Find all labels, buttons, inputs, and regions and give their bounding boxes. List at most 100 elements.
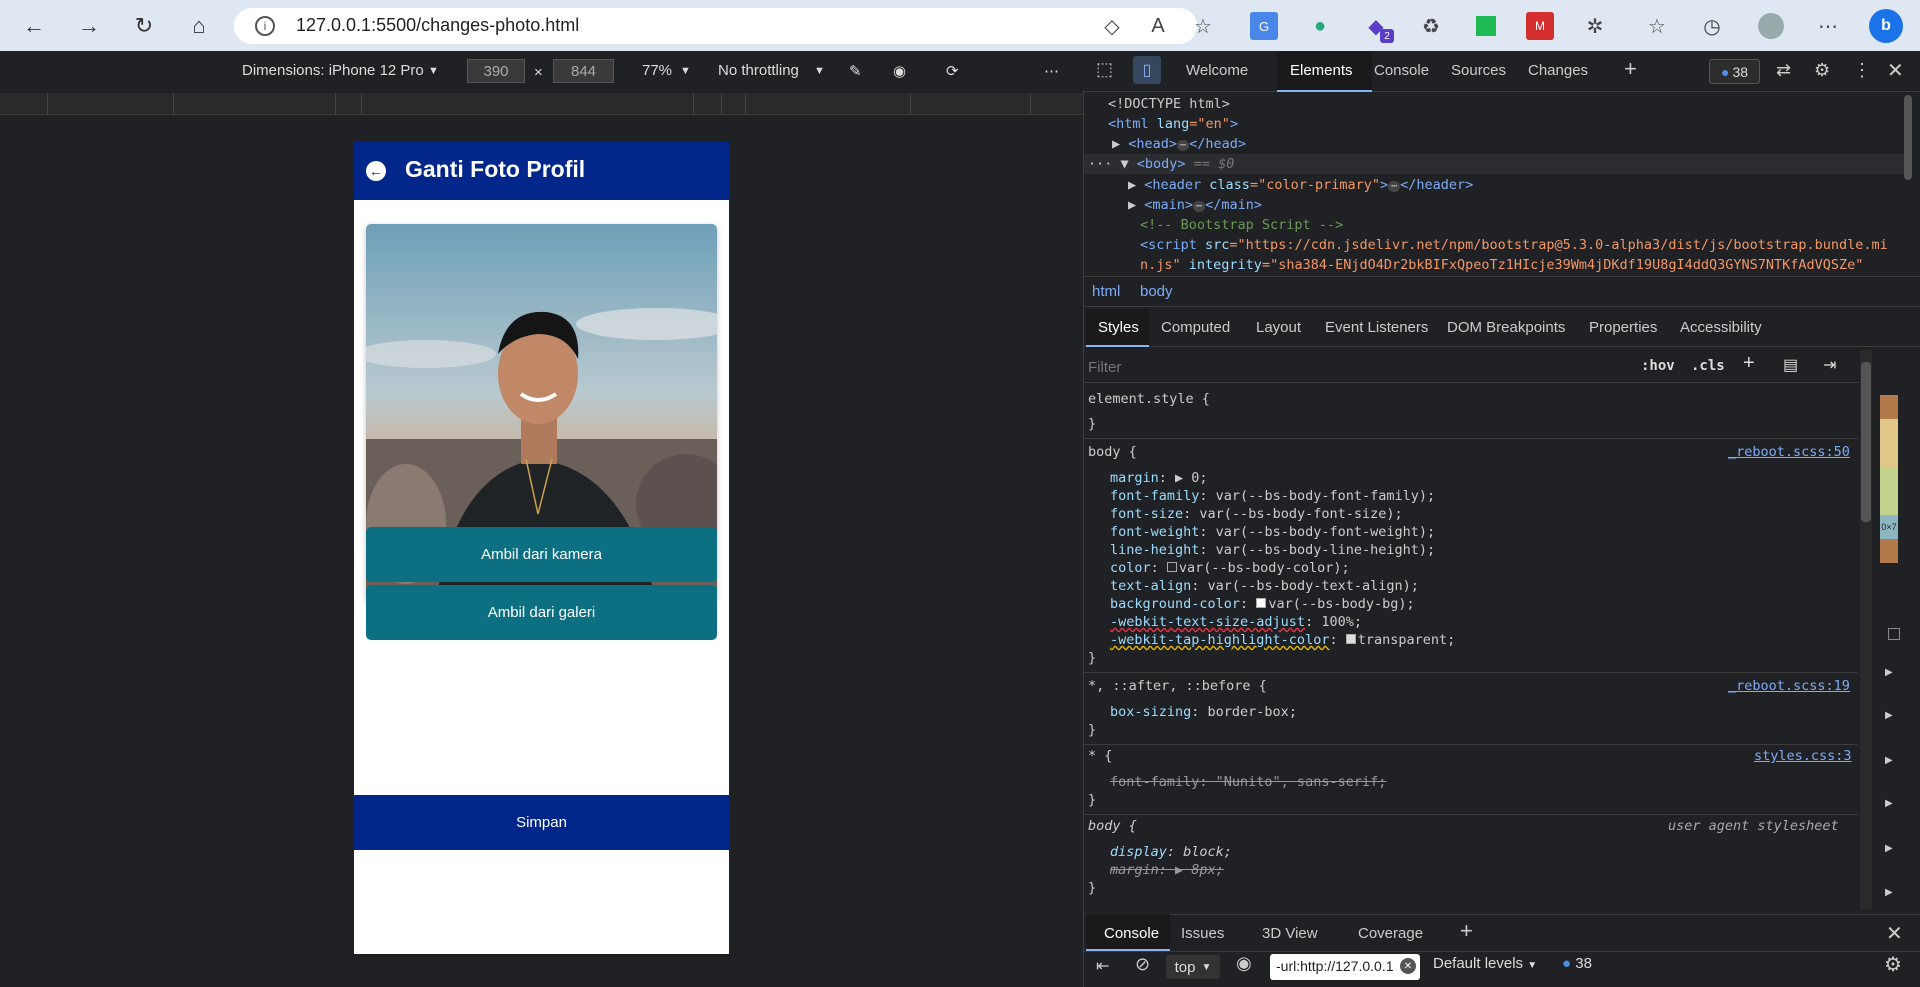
checkbox[interactable]: [1888, 628, 1900, 640]
tab-elements[interactable]: Elements: [1290, 62, 1353, 79]
dom-line[interactable]: ▶ <main> ⋯ </main>: [1128, 197, 1262, 213]
expand-arrow-icon[interactable]: ▶: [1885, 667, 1893, 678]
expand-arrow-icon[interactable]: ▶: [1885, 843, 1893, 854]
throttling-select[interactable]: No throttling: [718, 62, 799, 79]
home-icon[interactable]: ⌂: [183, 10, 215, 42]
close-drawer-icon[interactable]: ✕: [1886, 921, 1903, 946]
rule-selector[interactable]: element.style {: [1088, 391, 1210, 407]
width-input[interactable]: 390: [467, 59, 525, 83]
prop-value[interactable]: var(--bs-body-font-size);: [1199, 506, 1402, 522]
prop-name[interactable]: margin: [1110, 470, 1159, 486]
tab-welcome[interactable]: Welcome: [1186, 62, 1248, 79]
add-tab-icon[interactable]: +: [1624, 56, 1637, 82]
prop-value[interactable]: ▶ 0;: [1175, 470, 1208, 486]
prop-name[interactable]: font-size: [1110, 506, 1183, 522]
color-swatch[interactable]: [1345, 634, 1356, 644]
prop-name[interactable]: background-color: [1110, 596, 1240, 612]
sensors-icon[interactable]: ✎: [849, 62, 862, 80]
dom-line[interactable]: ▶ <head> ⋯ </head>: [1112, 136, 1246, 152]
prop-value[interactable]: var(--bs-body-color);: [1179, 560, 1350, 576]
forward-arrow-icon[interactable]: →: [73, 10, 105, 42]
scrollbar-thumb[interactable]: [1861, 362, 1871, 522]
more-menu-icon[interactable]: ⋯: [1814, 12, 1842, 40]
tab-console[interactable]: Console: [1374, 62, 1429, 79]
prop-value[interactable]: var(--bs-body-font-family);: [1216, 488, 1435, 504]
hov-toggle[interactable]: :hov: [1641, 358, 1675, 374]
dom-line[interactable]: <script src="https://cdn.jsdelivr.net/np…: [1140, 237, 1888, 253]
source-link[interactable]: _reboot.scss:50: [1728, 444, 1850, 460]
source-link[interactable]: _reboot.scss:19: [1728, 678, 1850, 694]
tab-event-listeners[interactable]: Event Listeners: [1325, 319, 1428, 336]
back-arrow-icon[interactable]: ←: [366, 161, 386, 181]
prop-name[interactable]: -webkit-text-size-adjust: [1110, 614, 1305, 630]
prop-name[interactable]: text-align: [1110, 578, 1191, 594]
prop-name[interactable]: -webkit-tap-highlight-color: [1110, 632, 1329, 648]
take-from-camera-button[interactable]: Ambil dari kamera: [366, 527, 717, 582]
styles-filter-input[interactable]: [1088, 355, 1618, 379]
tab-changes[interactable]: Changes: [1528, 62, 1588, 79]
expand-arrow-icon[interactable]: ▶: [1885, 755, 1893, 766]
drawer-tab-issues[interactable]: Issues: [1181, 925, 1224, 942]
source-link[interactable]: styles.css:3: [1754, 748, 1852, 764]
save-button[interactable]: Simpan: [354, 795, 729, 850]
dimensions-select[interactable]: Dimensions: iPhone 12 Pro: [242, 62, 424, 79]
sidebar-icon[interactable]: ⇤: [1096, 956, 1109, 976]
tab-dom-breakpoints[interactable]: DOM Breakpoints: [1447, 319, 1565, 336]
prop-name[interactable]: box-sizing: [1110, 704, 1191, 720]
rule-selector[interactable]: *, ::after, ::before {: [1088, 678, 1267, 694]
dom-line[interactable]: ▶ <header class="color-primary"> ⋯ </heade…: [1128, 177, 1473, 193]
prop-name[interactable]: line-height: [1110, 542, 1199, 558]
add-tab-icon[interactable]: +: [1460, 918, 1473, 944]
inspect-icon[interactable]: ⬚: [1096, 59, 1113, 80]
sidebar-toggle-icon[interactable]: ⇥: [1823, 355, 1836, 375]
issues-counter[interactable]: ● 38: [1709, 59, 1760, 84]
gear-icon[interactable]: ⚙: [1814, 60, 1830, 81]
prop-name[interactable]: font-family: [1110, 488, 1199, 504]
favorite-add-icon[interactable]: ☆: [1189, 12, 1217, 40]
translate-extension-icon[interactable]: G: [1250, 12, 1278, 40]
more-options-icon[interactable]: ⋮: [1853, 60, 1871, 81]
breadcrumb-html[interactable]: html: [1092, 283, 1120, 300]
prop-value[interactable]: var(--bs-body-bg);: [1268, 596, 1414, 612]
device-toolbar-icon[interactable]: ▯: [1133, 56, 1161, 84]
context-select[interactable]: top ▼: [1166, 955, 1220, 979]
expand-arrow-icon[interactable]: ▶: [1885, 710, 1893, 721]
globe-extension-icon[interactable]: ●: [1306, 12, 1334, 40]
rule-selector[interactable]: body {: [1088, 444, 1137, 460]
gear-icon[interactable]: ⚙: [1884, 952, 1902, 977]
choose-from-gallery-button[interactable]: Ambil dari galeri: [366, 585, 717, 640]
color-swatch[interactable]: [1256, 598, 1267, 608]
prop-value[interactable]: : border-box;: [1191, 704, 1297, 720]
url-text[interactable]: 127.0.0.1:5500/changes-photo.html: [296, 15, 579, 36]
drawer-tab-3d-view[interactable]: 3D View: [1262, 925, 1318, 942]
profile-avatar[interactable]: [1758, 13, 1784, 39]
breadcrumb-body[interactable]: body: [1140, 283, 1173, 300]
read-aloud-icon[interactable]: A: [1144, 12, 1172, 40]
new-rule-icon[interactable]: +: [1743, 352, 1755, 375]
eye-icon[interactable]: ◉: [1236, 953, 1252, 974]
prop-value[interactable]: var(--bs-body-text-align);: [1208, 578, 1419, 594]
expand-arrow-icon[interactable]: ▶: [1885, 798, 1893, 809]
overridden-declaration[interactable]: font-family: "Nunito", sans-serif;: [1110, 774, 1386, 790]
copilot-icon[interactable]: b: [1869, 9, 1903, 43]
prop-name[interactable]: font-weight: [1110, 524, 1199, 540]
clear-console-icon[interactable]: ⊘: [1135, 954, 1150, 975]
green-extension-icon[interactable]: [1476, 16, 1496, 36]
prop-name[interactable]: color: [1110, 560, 1151, 576]
height-input[interactable]: 844: [553, 59, 614, 83]
rule-selector[interactable]: * {: [1088, 748, 1112, 764]
back-arrow-icon[interactable]: ←: [18, 10, 50, 42]
tab-accessibility[interactable]: Accessibility: [1680, 319, 1762, 336]
clear-filter-icon[interactable]: ✕: [1400, 958, 1416, 974]
favorites-icon[interactable]: ☆: [1643, 12, 1671, 40]
dom-line[interactable]: ··· ▼ <body> == $0: [1088, 156, 1234, 172]
paint-icon[interactable]: ▤: [1783, 355, 1798, 375]
drawer-tab-coverage[interactable]: Coverage: [1358, 925, 1423, 942]
tag-icon[interactable]: ◇: [1098, 12, 1126, 40]
dom-scrollbar[interactable]: [1904, 95, 1912, 180]
dom-line[interactable]: <!DOCTYPE html>: [1108, 96, 1230, 112]
color-swatch[interactable]: [1166, 562, 1177, 572]
info-icon[interactable]: i: [255, 16, 275, 36]
prop-value[interactable]: transparent;: [1358, 632, 1456, 648]
tab-sources[interactable]: Sources: [1451, 62, 1506, 79]
